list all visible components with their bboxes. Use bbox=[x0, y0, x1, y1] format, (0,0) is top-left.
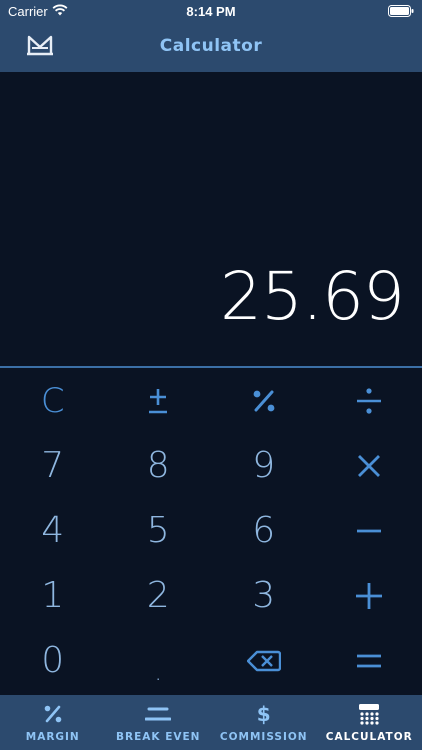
battery-icon bbox=[388, 5, 414, 20]
divide-button[interactable] bbox=[317, 368, 422, 433]
tab-break-even[interactable]: BREAK EVEN bbox=[106, 695, 212, 750]
digit-2-button[interactable]: 2 bbox=[106, 563, 212, 628]
digit-0-button[interactable]: 0 bbox=[0, 628, 106, 693]
break-even-icon bbox=[145, 703, 172, 725]
percent-button[interactable] bbox=[211, 368, 317, 433]
tab-margin[interactable]: MARGIN bbox=[0, 695, 106, 750]
clear-button[interactable]: C bbox=[0, 368, 106, 433]
minus-button[interactable] bbox=[317, 498, 422, 563]
status-time: 8:14 PM bbox=[186, 4, 236, 19]
digit-4-button[interactable]: 4 bbox=[0, 498, 106, 563]
page-title: Calculator bbox=[159, 36, 263, 56]
divide-icon bbox=[356, 387, 382, 415]
tab-break-even-label: BREAK EVEN bbox=[116, 731, 201, 743]
digit-7-button[interactable]: 7 bbox=[0, 433, 106, 498]
plus-icon bbox=[355, 582, 383, 610]
nav-bar: Calculator bbox=[0, 22, 422, 72]
calculator-icon bbox=[358, 703, 380, 725]
tab-bar: MARGIN BREAK EVEN $ COMMISSION CALCULATO… bbox=[0, 695, 422, 750]
dollar-icon: $ bbox=[256, 702, 271, 726]
display-value: 25.69 bbox=[220, 258, 405, 335]
digit-8-button[interactable]: 8 bbox=[106, 433, 212, 498]
decimal-button[interactable]: . bbox=[106, 628, 212, 693]
display-area: 25.69 bbox=[0, 72, 422, 366]
backspace-button[interactable] bbox=[211, 628, 317, 693]
digit-5-button[interactable]: 5 bbox=[106, 498, 212, 563]
minus-icon bbox=[356, 528, 382, 534]
backspace-icon bbox=[246, 650, 281, 672]
multiply-icon bbox=[357, 454, 381, 478]
tab-calculator[interactable]: CALCULATOR bbox=[317, 695, 422, 750]
plus-minus-button[interactable] bbox=[106, 368, 212, 433]
keypad: C 7 8 9 4 5 6 1 2 3 0 . bbox=[0, 368, 422, 695]
plus-minus-icon bbox=[146, 387, 170, 415]
multiply-button[interactable] bbox=[317, 433, 422, 498]
plus-button[interactable] bbox=[317, 563, 422, 628]
digit-6-button[interactable]: 6 bbox=[211, 498, 317, 563]
tab-commission-label: COMMISSION bbox=[219, 731, 308, 743]
tab-commission[interactable]: $ COMMISSION bbox=[211, 695, 317, 750]
equals-button[interactable] bbox=[317, 628, 422, 693]
calculator-screen: Carrier 8:14 PM Calculator 25.69 C 7 8 9… bbox=[0, 0, 422, 750]
digit-9-button[interactable]: 9 bbox=[211, 433, 317, 498]
tab-margin-label: MARGIN bbox=[25, 731, 80, 743]
status-bar: Carrier 8:14 PM bbox=[0, 0, 422, 22]
tab-calculator-label: CALCULATOR bbox=[325, 731, 413, 743]
digit-1-button[interactable]: 1 bbox=[0, 563, 106, 628]
percent-icon bbox=[43, 703, 63, 725]
equals-icon bbox=[356, 653, 382, 669]
digit-3-button[interactable]: 3 bbox=[211, 563, 317, 628]
percent-icon bbox=[251, 388, 277, 414]
